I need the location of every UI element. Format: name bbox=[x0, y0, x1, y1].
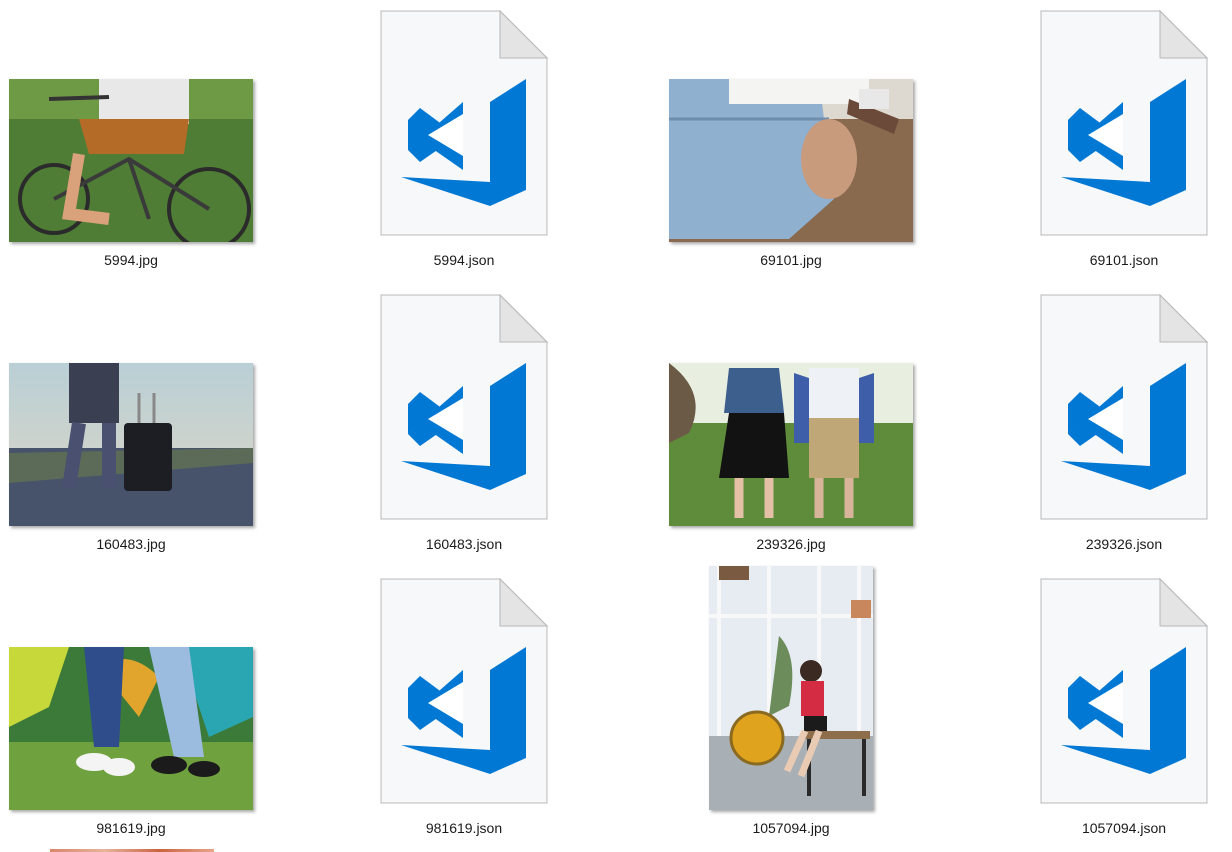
image-thumbnail bbox=[669, 79, 913, 242]
file-name-label: 160483.json bbox=[425, 536, 503, 552]
vscode-file-icon bbox=[380, 578, 548, 804]
image-thumbnail bbox=[669, 363, 913, 526]
file-grid: 5994.jpg 5994.json 69101.jpg 69101.json … bbox=[0, 0, 1232, 852]
vscode-file-icon bbox=[1040, 294, 1208, 520]
file-name-label: 239326.json bbox=[1085, 536, 1163, 552]
file-name-label: 239326.jpg bbox=[756, 536, 826, 552]
file-name-label: 1057094.json bbox=[1081, 820, 1167, 836]
file-name-label: 69101.jpg bbox=[760, 252, 822, 268]
file-name-label: 5994.jpg bbox=[104, 252, 158, 268]
vscode-file-icon bbox=[380, 294, 548, 520]
image-thumbnail bbox=[709, 566, 873, 810]
image-thumbnail bbox=[9, 79, 253, 242]
vscode-file-icon bbox=[1040, 578, 1208, 804]
file-name-label: 69101.json bbox=[1089, 252, 1159, 268]
vscode-file-icon bbox=[1040, 10, 1208, 236]
file-name-label: 160483.jpg bbox=[96, 536, 166, 552]
image-thumbnail bbox=[9, 363, 253, 526]
vscode-file-icon bbox=[380, 10, 548, 236]
file-name-label: 5994.json bbox=[433, 252, 495, 268]
file-name-label: 981619.jpg bbox=[96, 820, 166, 836]
image-thumbnail bbox=[9, 647, 253, 810]
file-name-label: 981619.json bbox=[425, 820, 503, 836]
file-name-label: 1057094.jpg bbox=[752, 820, 830, 836]
